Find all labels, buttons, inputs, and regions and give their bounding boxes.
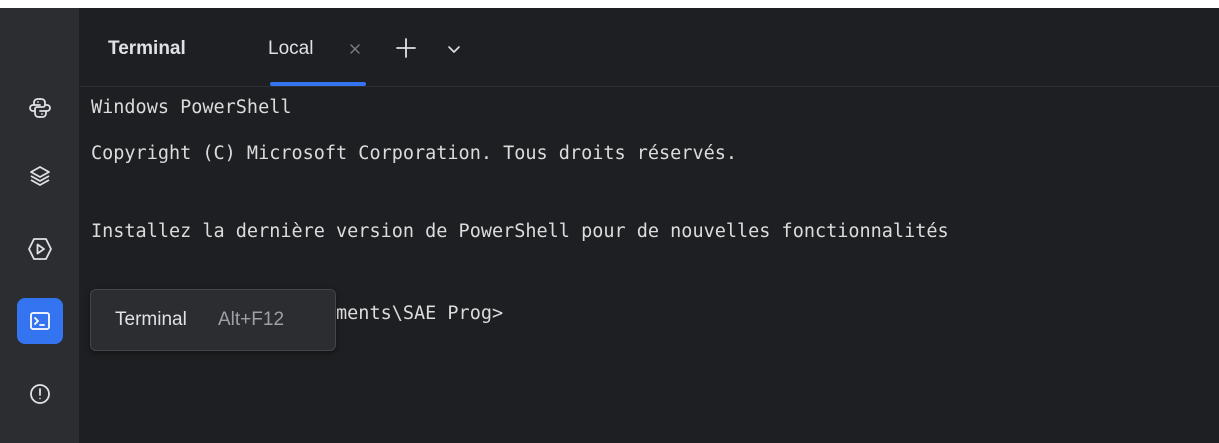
python-icon — [28, 96, 52, 120]
tab-label: Local — [268, 38, 314, 59]
terminal-line: Copyright (C) Microsoft Corporation. Tou… — [91, 143, 738, 164]
terminal-line: Windows PowerShell — [91, 97, 292, 118]
chevron-down-icon[interactable] — [445, 40, 463, 58]
terminal-tab-bar: Terminal Local — [80, 8, 1219, 87]
sidebar-item-python-console[interactable] — [17, 85, 63, 131]
terminal-panel: Terminal Local Windows PowerShell Copyri… — [80, 8, 1219, 443]
tool-window-sidebar — [0, 8, 80, 443]
terminal-output[interactable]: Windows PowerShell Copyright (C) Microso… — [91, 90, 1219, 435]
tool-window-title: Terminal — [108, 38, 186, 59]
sidebar-item-terminal[interactable] — [17, 298, 63, 344]
tab-local[interactable]: Local — [260, 30, 386, 86]
ide-window: Terminal Local Windows PowerShell Copyri… — [0, 0, 1219, 443]
tooltip: Terminal Alt+F12 — [90, 289, 336, 351]
terminal-line: Installez la dernière version de PowerSh… — [91, 221, 949, 242]
sidebar-item-problems[interactable] — [17, 371, 63, 417]
active-tab-indicator — [270, 82, 366, 86]
plus-icon[interactable] — [394, 36, 418, 60]
layers-icon — [28, 164, 52, 188]
window-top-edge — [0, 0, 1219, 8]
sidebar-item-layers[interactable] — [17, 153, 63, 199]
terminal-icon — [28, 309, 52, 333]
tooltip-shortcut: Alt+F12 — [218, 309, 285, 330]
close-icon[interactable] — [346, 40, 364, 58]
run-icon — [27, 236, 53, 262]
problems-icon — [28, 382, 52, 406]
tooltip-title: Terminal — [115, 309, 187, 330]
sidebar-item-run[interactable] — [17, 226, 63, 272]
